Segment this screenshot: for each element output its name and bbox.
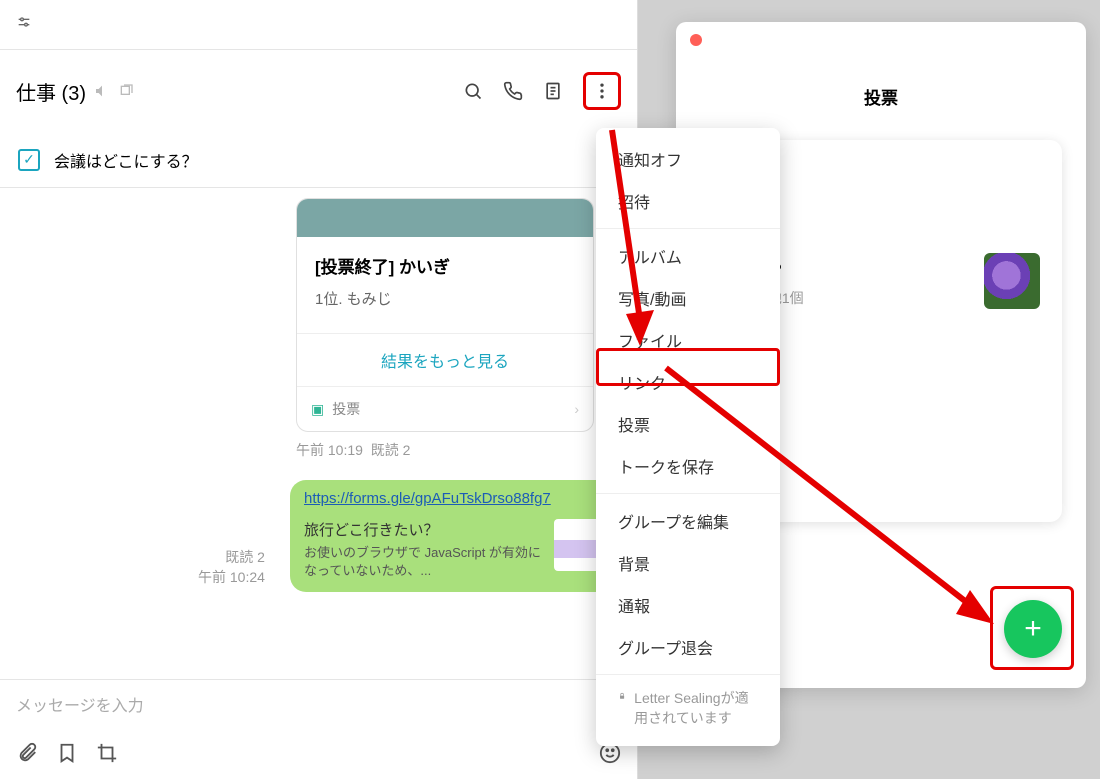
message-meta: 午前 10:19 既読 2 <box>296 440 637 460</box>
top-bar <box>0 0 637 50</box>
link-title: 旅行どこ行きたい？ <box>304 519 544 540</box>
letter-sealing-note: Letter Sealingが適用されています <box>596 681 780 736</box>
more-button-highlight <box>583 72 621 110</box>
external-icon[interactable] <box>118 83 134 99</box>
announcement-bar[interactable]: ✓ 会議はどこにする？ <box>0 132 637 188</box>
mute-icon <box>94 83 110 99</box>
bookmark-icon[interactable] <box>56 742 78 764</box>
poll-more-link[interactable]: 結果をもっと見る <box>297 333 593 386</box>
menu-item-photos[interactable]: 写真/動画 <box>596 277 780 319</box>
poll-footer[interactable]: ▣ 投票 › <box>297 386 593 431</box>
poll-result-card[interactable]: [投票終了] かいぎ 1位. もみじ 結果をもっと見る ▣ 投票 › <box>296 198 594 432</box>
more-icon[interactable] <box>592 81 612 101</box>
call-icon[interactable] <box>503 81 523 101</box>
chat-title: 仕事 (3) <box>16 77 86 106</box>
announcement-text: 会議はどこにする？ <box>54 148 198 172</box>
context-menu: 通知オフ 招待 アルバム 写真/動画 ファイル リンク 投票 トークを保存 グル… <box>596 128 780 746</box>
poll-title: [投票終了] かいぎ <box>315 253 575 278</box>
menu-item-album[interactable]: アルバム <box>596 235 780 277</box>
poll-result: 1位. もみじ <box>315 288 575 309</box>
poll-footer-label: 投票 <box>332 399 360 419</box>
menu-item-report[interactable]: 通報 <box>596 584 780 626</box>
poll-window-title: 投票 <box>676 84 1086 109</box>
close-window-dot[interactable] <box>690 34 702 46</box>
chat-header: 仕事 (3) <box>0 50 637 132</box>
poll-footer-icon: ▣ <box>311 401 324 418</box>
menu-item-save-talk[interactable]: トークを保存 <box>596 445 780 487</box>
message-input[interactable]: メッセージを入力 <box>0 679 637 727</box>
chat-window: 仕事 (3) ✓ 会議はどこにする？ [投票終了] かいぎ 1位. もみじ 結果… <box>0 0 638 779</box>
menu-item-edit-group[interactable]: グループを編集 <box>596 500 780 542</box>
search-icon[interactable] <box>463 81 483 101</box>
menu-item-notifications-off[interactable]: 通知オフ <box>596 138 780 180</box>
link-message[interactable]: https://forms.gle/gpAFuTskDrso88fg7 旅行どこ… <box>290 480 620 592</box>
menu-item-invite[interactable]: 招待 <box>596 180 780 222</box>
filter-icon[interactable] <box>16 14 32 30</box>
link-url[interactable]: https://forms.gle/gpAFuTskDrso88fg7 <box>290 480 620 513</box>
bottom-toolbar <box>0 727 637 779</box>
menu-item-files[interactable]: ファイル <box>596 319 780 361</box>
poll-entry-thumbnail <box>984 253 1040 309</box>
menu-item-poll[interactable]: 投票 <box>596 403 780 445</box>
chevron-right-icon: › <box>574 401 579 417</box>
note-icon[interactable] <box>543 81 563 101</box>
chat-body: [投票終了] かいぎ 1位. もみじ 結果をもっと見る ▣ 投票 › 午前 10… <box>0 188 637 618</box>
menu-item-links[interactable]: リンク <box>596 361 780 403</box>
message-meta-2: 既読 2午前 10:24 <box>198 548 265 587</box>
crop-icon[interactable] <box>96 742 118 764</box>
add-poll-button[interactable]: + <box>1004 600 1062 658</box>
announcement-icon: ✓ <box>18 149 40 171</box>
attach-icon[interactable] <box>16 742 38 764</box>
poll-header-band <box>297 199 593 237</box>
menu-item-leave-group[interactable]: グループ退会 <box>596 626 780 668</box>
menu-item-background[interactable]: 背景 <box>596 542 780 584</box>
link-description: お使いのブラウザで JavaScript が有効になっていないため、... <box>304 544 544 580</box>
lock-icon <box>618 689 626 703</box>
